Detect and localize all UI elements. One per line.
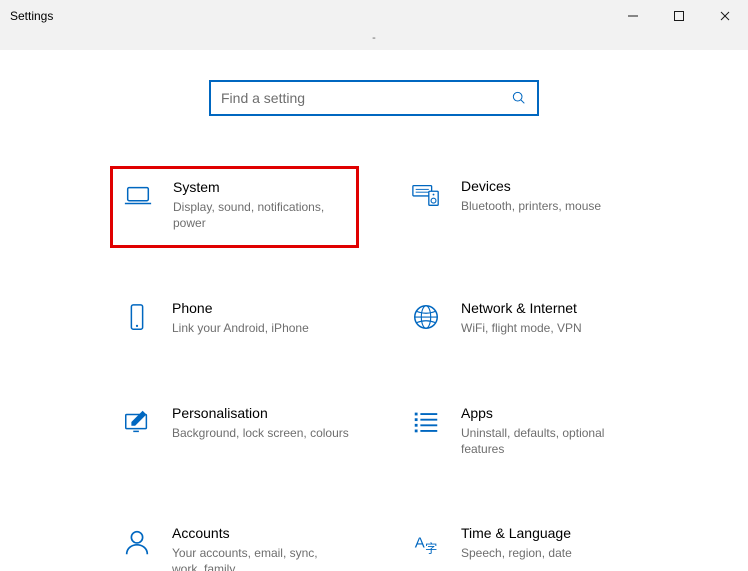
- tile-network[interactable]: Network & Internet WiFi, flight mode, VP…: [399, 288, 648, 352]
- tile-text: Devices Bluetooth, printers, mouse: [461, 178, 601, 214]
- window-controls: [610, 0, 748, 32]
- tile-subtitle: WiFi, flight mode, VPN: [461, 320, 582, 336]
- maximize-button[interactable]: [656, 0, 702, 32]
- tile-title: Time & Language: [461, 525, 572, 541]
- keyboard-speaker-icon: [409, 178, 443, 212]
- tile-subtitle: Uninstall, defaults, optional features: [461, 425, 638, 457]
- tile-text: Phone Link your Android, iPhone: [172, 300, 309, 336]
- globe-icon: [409, 300, 443, 334]
- tile-text: Accounts Your accounts, email, sync, wor…: [172, 525, 349, 571]
- tile-accounts[interactable]: Accounts Your accounts, email, sync, wor…: [110, 513, 359, 571]
- tile-subtitle: Display, sound, notifications, power: [173, 199, 348, 231]
- tile-title: Accounts: [172, 525, 349, 541]
- maximize-icon: [673, 10, 685, 22]
- settings-window: Settings -: [0, 0, 748, 571]
- svg-text:字: 字: [425, 540, 437, 555]
- search-box[interactable]: [209, 80, 539, 116]
- titlebar: Settings: [0, 0, 748, 32]
- close-button[interactable]: [702, 0, 748, 32]
- minimize-button[interactable]: [610, 0, 656, 32]
- svg-text:A: A: [415, 535, 425, 552]
- tile-text: Time & Language Speech, region, date: [461, 525, 572, 561]
- tile-text: Network & Internet WiFi, flight mode, VP…: [461, 300, 582, 336]
- phone-icon: [120, 300, 154, 334]
- list-icon: [409, 405, 443, 439]
- content-scroll[interactable]: System Display, sound, notifications, po…: [0, 50, 748, 571]
- tile-text: Apps Uninstall, defaults, optional featu…: [461, 405, 638, 457]
- tile-subtitle: Link your Android, iPhone: [172, 320, 309, 336]
- tile-text: System Display, sound, notifications, po…: [173, 179, 348, 231]
- search-row: [0, 50, 748, 136]
- tile-title: Network & Internet: [461, 300, 582, 316]
- tile-subtitle: Your accounts, email, sync, work, family: [172, 545, 349, 571]
- settings-grid: System Display, sound, notifications, po…: [0, 136, 748, 571]
- tile-title: Personalisation: [172, 405, 349, 421]
- tile-time-language[interactable]: A 字 Time & Language Speech, region, date: [399, 513, 648, 571]
- tile-phone[interactable]: Phone Link your Android, iPhone: [110, 288, 359, 352]
- tile-subtitle: Background, lock screen, colours: [172, 425, 349, 441]
- tile-subtitle: Bluetooth, printers, mouse: [461, 198, 601, 214]
- close-icon: [719, 10, 731, 22]
- paintbrush-icon: [120, 405, 154, 439]
- window-title: Settings: [0, 9, 53, 23]
- laptop-icon: [121, 179, 155, 213]
- tile-title: Apps: [461, 405, 638, 421]
- subtitle-dash: -: [0, 32, 748, 46]
- tile-personalisation[interactable]: Personalisation Background, lock screen,…: [110, 393, 359, 473]
- tile-system[interactable]: System Display, sound, notifications, po…: [110, 166, 359, 248]
- person-icon: [120, 525, 154, 559]
- tile-subtitle: Speech, region, date: [461, 545, 572, 561]
- tile-text: Personalisation Background, lock screen,…: [172, 405, 349, 441]
- tile-title: Phone: [172, 300, 309, 316]
- tile-title: System: [173, 179, 348, 195]
- search-icon: [511, 90, 527, 106]
- tile-apps[interactable]: Apps Uninstall, defaults, optional featu…: [399, 393, 648, 473]
- tile-title: Devices: [461, 178, 601, 194]
- search-input[interactable]: [221, 90, 511, 106]
- letter-a-language-icon: A 字: [409, 525, 443, 559]
- minimize-icon: [627, 10, 639, 22]
- content-area: System Display, sound, notifications, po…: [0, 50, 748, 571]
- tile-devices[interactable]: Devices Bluetooth, printers, mouse: [399, 166, 648, 248]
